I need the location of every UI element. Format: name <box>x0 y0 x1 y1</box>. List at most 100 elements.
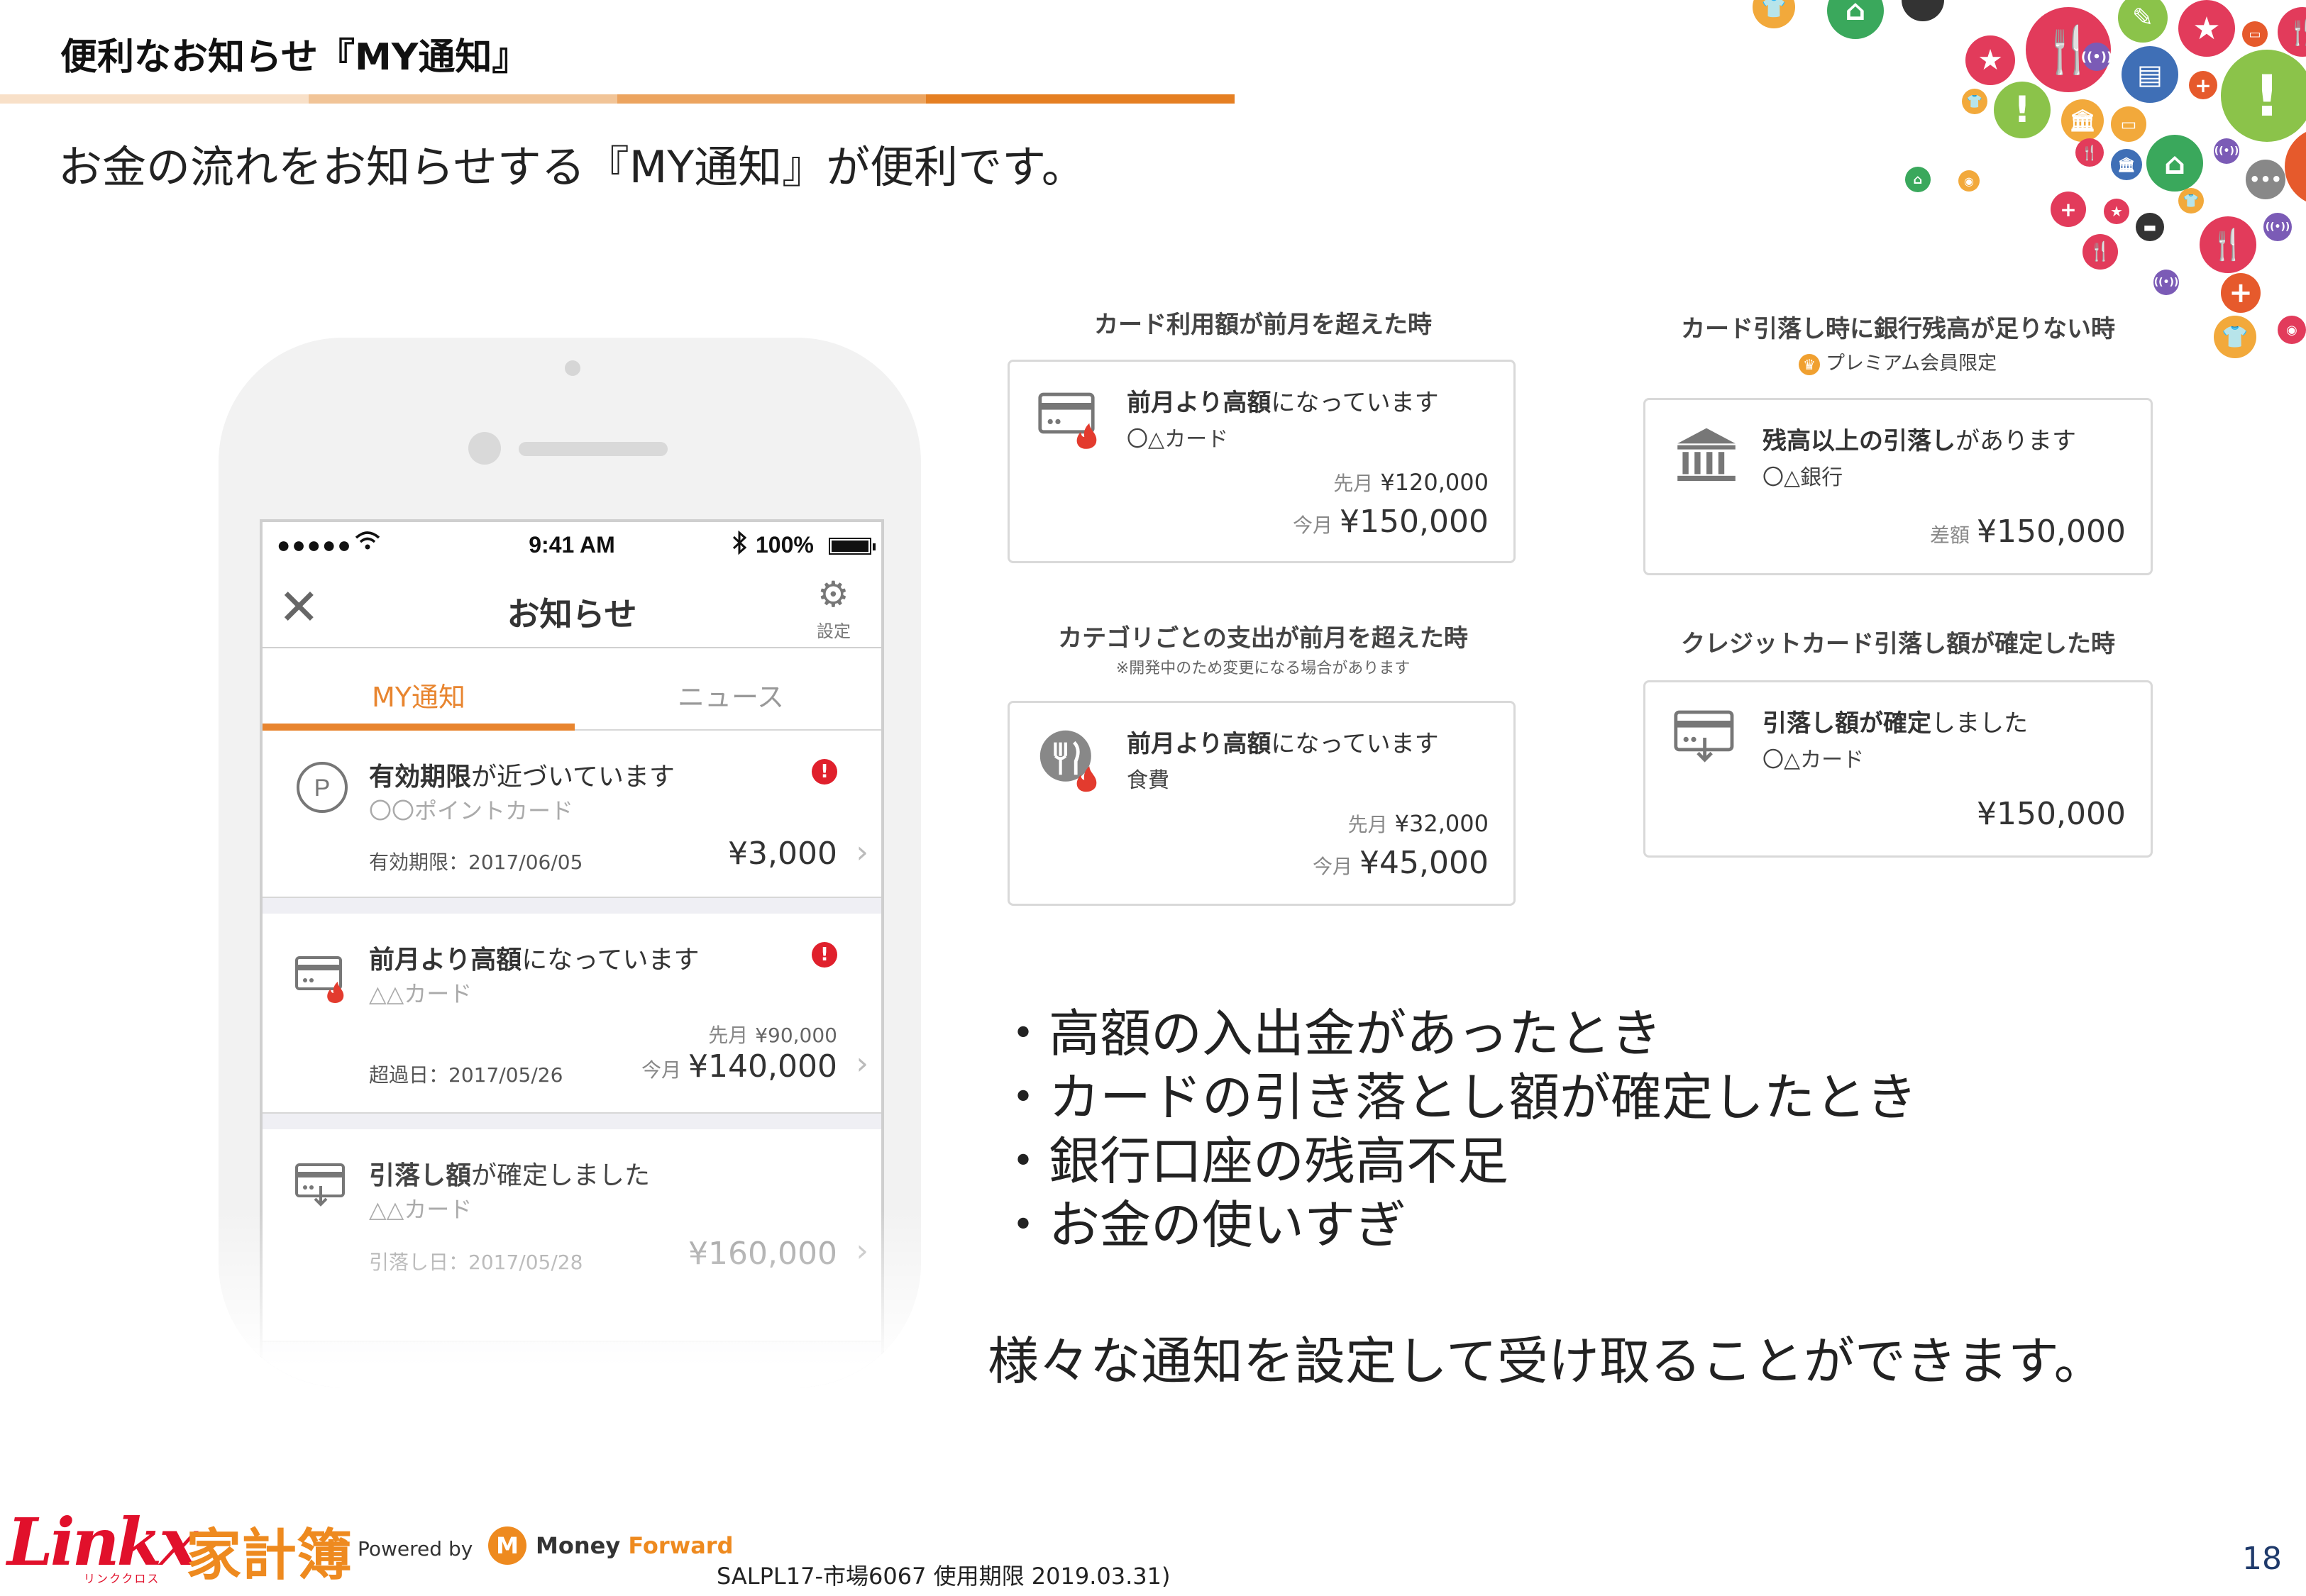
tab-bar: MY通知 ニュース <box>263 648 881 731</box>
notification-card: 引落し額が確定しました 〇△カード ¥150,000 <box>1643 680 2153 858</box>
tab-my-notice[interactable]: MY通知 <box>263 675 575 714</box>
lead-text: お金の流れをお知らせする『MY通知』が便利です。 <box>58 141 1086 193</box>
card-current-amount: 今月 ¥45,000 <box>1313 845 1489 881</box>
phone-camera <box>565 360 580 376</box>
card-current-amount: 差額 ¥150,000 <box>1930 514 2126 550</box>
notice-date: 有効期限：2017/06/05 <box>369 850 583 874</box>
notification-card: 残高以上の引落しがあります 〇△銀行 差額 ¥150,000 <box>1643 398 2153 575</box>
shirt-icon: 👕 <box>1962 89 1987 114</box>
phone-mockup: ●●●●● 9:41 AM 100% ✕ お知らせ ⚙ 設定 MY通知 ニュース <box>219 338 921 1387</box>
food-icon: 🍴 <box>2075 138 2104 167</box>
rule-segment <box>926 94 1235 104</box>
panel-heading: カード引落し時に銀行残高が足りない時 <box>1681 315 2115 343</box>
chevron-right-icon: › <box>856 1233 868 1269</box>
kakeibo-logo: 家計簿 <box>186 1524 353 1587</box>
phone-screen: ●●●●● 9:41 AM 100% ✕ お知らせ ⚙ 設定 MY通知 ニュース <box>260 519 884 1387</box>
status-bar: ●●●●● 9:41 AM 100% <box>263 522 881 570</box>
powered-by-text: Powered by <box>358 1537 473 1561</box>
chevron-right-icon: › <box>856 1046 868 1082</box>
feature-list-item: ・銀行口座の残高不足 <box>998 1131 1509 1191</box>
food-icon: 🍴 <box>2200 216 2256 273</box>
feature-list-item: ・カードの引き落とし額が確定したとき <box>998 1068 1918 1127</box>
card-subtitle: 〇△カード <box>1762 748 1865 772</box>
notice-amount: ¥3,000 <box>728 836 837 872</box>
plus-icon: + <box>2189 71 2217 99</box>
battery-percent: 100% <box>756 532 814 558</box>
chevron-right-icon: › <box>856 834 868 870</box>
notice-item[interactable]: P 有効期限が近づいています 〇〇ポイントカード ! 有効期限：2017/06/… <box>263 731 881 898</box>
slide-title: 便利なお知らせ『MY通知』 <box>60 36 529 79</box>
money-forward-logo-icon: M <box>488 1526 526 1565</box>
alert-icon: ! <box>812 759 837 785</box>
rule-segment <box>0 94 309 104</box>
svg-text:P: P <box>314 775 331 802</box>
nav-title: お知らせ <box>507 595 637 633</box>
title-rule <box>0 94 1235 104</box>
bank-icon: 🏛 <box>2111 149 2142 180</box>
exclamation-icon: ! <box>1994 82 2051 138</box>
card-subtitle: 〇△カード <box>1127 427 1229 452</box>
food-icon: 🍴 <box>2082 234 2118 270</box>
bluetooth-icon <box>731 530 748 560</box>
money-forward-logo-text: Money Forward <box>536 1532 734 1559</box>
book-icon: ▤ <box>2122 46 2178 103</box>
page-number: 18 <box>2242 1541 2282 1577</box>
panel-heading: カード利用額が前月を超えた時 <box>1094 311 1432 339</box>
home-icon: ⌂ <box>1827 0 1884 39</box>
notice-date: 超過日：2017/05/26 <box>369 1063 563 1087</box>
notice-subtitle: 〇〇ポイントカード <box>369 797 574 824</box>
card-subtitle: 〇△銀行 <box>1762 465 1843 490</box>
active-tab-indicator <box>263 724 575 731</box>
premium-badge: ♛ プレミアム会員限定 <box>1799 348 1997 375</box>
point-card-icon: P <box>294 759 351 816</box>
panel-note: ※開発中のため変更になる場合があります <box>1115 660 1411 677</box>
closing-text: 様々な通知を設定して受け取ることができます。 <box>988 1331 2105 1391</box>
notice-item[interactable]: 前月より高額になっています △△カード ! 先月 ¥90,000 超過日：2017… <box>263 914 881 1114</box>
settings-label[interactable]: 設定 <box>809 617 859 642</box>
wallet-icon: ▭ <box>2242 21 2268 47</box>
home-icon: ⌂ <box>2146 135 2203 192</box>
notice-title: 前月より高額になっています <box>369 946 700 975</box>
card-current-amount: 今月 ¥150,000 <box>1293 504 1489 540</box>
notice-amount: 今月 ¥140,000 <box>641 1048 837 1085</box>
bank-icon: 🏛 <box>2061 99 2104 142</box>
camera-icon: ◉ <box>1958 170 1980 192</box>
notice-item[interactable]: 引落し額が確定しました △△カード 引落し日：2017/05/28 ¥160,0… <box>263 1129 881 1342</box>
food-fire-icon <box>1037 727 1105 795</box>
alert-icon: ! <box>812 942 837 968</box>
shirt-icon: 👕 <box>2178 188 2204 214</box>
car-icon: ▬ <box>2136 213 2164 241</box>
notice-title: 引落し額が確定しました <box>369 1161 651 1190</box>
wifi-icon: ((•)) <box>2153 270 2179 295</box>
card-subtitle: 食費 <box>1127 768 1169 793</box>
camera-icon: ◉ <box>2278 316 2306 344</box>
minus-icon: − <box>2285 128 2306 206</box>
card-title: 引落し額が確定しました <box>1762 709 2028 738</box>
linkx-logo-kana: リンククロス <box>84 1572 160 1585</box>
edit-icon: ✎ <box>2118 0 2168 43</box>
notice-title: 有効期限が近づいています <box>369 763 675 792</box>
card-icon: ▭ <box>2111 106 2146 142</box>
bank-icon <box>1672 421 1740 489</box>
food-icon: 🍴 <box>2278 7 2306 57</box>
wifi-icon: ((•)) <box>2263 213 2292 241</box>
phone-sensor <box>468 432 501 465</box>
shirt-icon: 👕 <box>1753 0 1795 28</box>
card-current-amount: ¥150,000 <box>1977 796 2126 832</box>
rule-segment <box>617 94 926 104</box>
credit-card-fire-icon <box>294 951 351 1007</box>
card-withdraw-icon <box>1672 704 1740 772</box>
feature-list-item: ・高額の入出金があったとき <box>998 1004 1662 1063</box>
star-icon: ★ <box>2178 0 2235 57</box>
gear-icon[interactable]: ⚙ <box>817 575 849 614</box>
star-icon: ★ <box>1965 35 2015 85</box>
circle-icon <box>1902 0 1944 21</box>
more-icon: ••• <box>2246 160 2285 199</box>
wifi-icon: ((•)) <box>2081 43 2112 71</box>
feature-list-item: ・お金の使いすぎ <box>998 1195 1407 1255</box>
feature-list: ・高額の入出金があったとき ・カードの引き落とし額が確定したとき ・銀行口座の残… <box>998 1002 1917 1257</box>
panel-heading: クレジットカード引落し額が確定した時 <box>1681 630 2115 658</box>
tab-news[interactable]: ニュース <box>575 675 881 714</box>
panel-heading: カテゴリごとの支出が前月を超えた時 <box>1058 624 1468 653</box>
notice-amount: ¥160,000 <box>688 1236 837 1272</box>
